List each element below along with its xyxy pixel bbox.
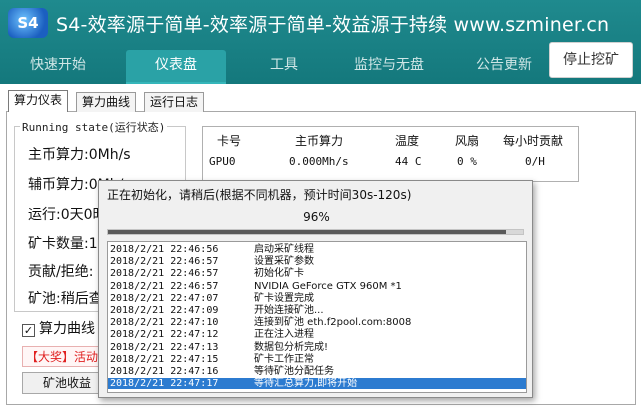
subtab-run-log[interactable]: 运行日志 bbox=[144, 92, 205, 112]
log-row[interactable]: 2018/2/21 22:46:57 NVIDIA GeForce GTX 960… bbox=[108, 281, 526, 292]
main-tabs: 快速开始 仪表盘 工具 监控与无盘 公告更新 bbox=[0, 46, 641, 84]
log-message: 矿卡工作正常 bbox=[254, 353, 314, 365]
checkbox-checked-icon[interactable]: ✓ bbox=[22, 324, 35, 337]
log-message: 等待矿池分配任务 bbox=[254, 366, 334, 377]
log-row[interactable]: 2018/2/21 22:47:07 矿卡设置完成 bbox=[108, 293, 526, 304]
col-header-fan: 风扇 bbox=[455, 134, 480, 148]
log-message: 连接到矿池 eth.f2pool.com:8008 bbox=[254, 317, 412, 329]
init-log-list[interactable]: 2018/2/21 22:46:56 启动采矿线程 2018/2/21 22:46:… bbox=[107, 241, 527, 393]
log-row[interactable]: 2018/2/21 22:47:10 连接到矿池 eth.f2pool.com:8… bbox=[108, 317, 526, 328]
col-header-contribution: 每小时贡献 bbox=[503, 134, 564, 148]
app-header: S4 S4-效率源于简单-效率源于简单-效益源于持续 www.szminer.c… bbox=[0, 0, 641, 84]
subtab-hashrate-gauge[interactable]: 算力仪表 bbox=[8, 90, 69, 112]
log-row[interactable]: 2018/2/21 22:47:09 开始连接矿池... bbox=[108, 305, 526, 316]
tab-tools[interactable]: 工具 bbox=[234, 50, 334, 84]
log-message: 正在注入进程 bbox=[254, 329, 314, 341]
col-header-temp: 温度 bbox=[395, 134, 420, 148]
log-message: 初始化矿卡 bbox=[254, 268, 304, 280]
tab-dashboard[interactable]: 仪表盘 bbox=[126, 50, 226, 84]
log-message: 启动采矿线程 bbox=[254, 244, 314, 255]
progress-bar bbox=[107, 229, 524, 235]
tab-announcements[interactable]: 公告更新 bbox=[454, 50, 554, 84]
promo-link[interactable]: 【大奖】活动 bbox=[22, 346, 103, 367]
app-logo: S4 bbox=[8, 8, 48, 38]
log-time: 2018/2/21 22:46:56 bbox=[110, 244, 219, 255]
col-header-card: 卡号 bbox=[217, 134, 242, 148]
log-time: 2018/2/21 22:47:10 bbox=[110, 317, 219, 329]
table-cell-hashrate: 0.000Mh/s bbox=[289, 155, 349, 168]
progress-fill bbox=[108, 230, 507, 234]
log-message: NVIDIA GeForce GTX 960M *1 bbox=[254, 280, 402, 292]
log-row[interactable]: 2018/2/21 22:47:17 等待汇总算力,即将开始 bbox=[108, 378, 526, 390]
log-time: 2018/2/21 22:47:07 bbox=[110, 292, 219, 304]
tab-monitor[interactable]: 监控与无盘 bbox=[334, 50, 444, 84]
running-state-title: Running state(运行状态) bbox=[20, 119, 168, 135]
runtime: 运行:0天0时 bbox=[28, 207, 107, 223]
log-row[interactable]: 2018/2/21 22:47:12 正在注入进程 bbox=[108, 329, 526, 340]
log-message: 开始连接矿池... bbox=[254, 305, 324, 316]
log-time: 2018/2/21 22:47:17 bbox=[110, 378, 219, 390]
init-progress-dialog: 正在初始化，请稍后(根据不同机器，预计时间30s-120s) 96% 2018/… bbox=[98, 180, 533, 398]
curve-checkbox-label: 算力曲线 bbox=[39, 321, 95, 337]
curve-checkbox-row[interactable]: ✓ 算力曲线 bbox=[22, 318, 95, 338]
table-cell-card: GPU0 bbox=[209, 155, 236, 168]
log-message: 矿卡设置完成 bbox=[254, 292, 314, 304]
log-time: 2018/2/21 22:47:12 bbox=[110, 329, 219, 341]
progress-percent: 96% bbox=[303, 210, 330, 224]
log-message: 数据包分析完成! bbox=[254, 341, 329, 353]
subtab-bar: 算力仪表 算力曲线 运行日志 bbox=[0, 90, 641, 112]
stop-mining-button[interactable]: 停止挖矿 bbox=[549, 42, 633, 78]
log-row[interactable]: 2018/2/21 22:47:16 等待矿池分配任务 bbox=[108, 366, 526, 377]
log-time: 2018/2/21 22:46:57 bbox=[110, 256, 219, 268]
col-header-hashrate: 主币算力 bbox=[295, 134, 344, 148]
dialog-message: 正在初始化，请稍后(根据不同机器，预计时间30s-120s) bbox=[107, 188, 412, 202]
pool-status: 矿池:稍后查 bbox=[28, 291, 103, 307]
log-row[interactable]: 2018/2/21 22:46:57 设置采矿参数 bbox=[108, 256, 526, 267]
table-cell-fan: 0 % bbox=[457, 155, 477, 168]
main-hashrate: 主币算力:0Mh/s bbox=[28, 147, 131, 163]
log-row[interactable]: 2018/2/21 22:46:57 初始化矿卡 bbox=[108, 268, 526, 279]
log-message: 设置采矿参数 bbox=[254, 256, 314, 268]
contribution-reject: 贡献/拒绝: bbox=[28, 264, 94, 280]
gpu-table: 卡号 主币算力 温度 风扇 每小时贡献 GPU0 0.000Mh/s 44 C … bbox=[202, 126, 579, 182]
card-count: 矿卡数量:1 bbox=[28, 236, 98, 252]
subtab-hashrate-curve[interactable]: 算力曲线 bbox=[76, 92, 137, 112]
log-row[interactable]: 2018/2/21 22:47:15 矿卡工作正常 bbox=[108, 354, 526, 365]
log-message: 等待汇总算力,即将开始 bbox=[254, 378, 358, 390]
log-time: 2018/2/21 22:47:09 bbox=[110, 305, 219, 316]
log-time: 2018/2/21 22:47:13 bbox=[110, 341, 219, 353]
log-time: 2018/2/21 22:47:15 bbox=[110, 353, 219, 365]
tab-quick-start[interactable]: 快速开始 bbox=[8, 50, 108, 84]
window-title: S4-效率源于简单-效率源于简单-效益源于持续 www.szminer.cn bbox=[56, 14, 610, 36]
log-row[interactable]: 2018/2/21 22:46:56 启动采矿线程 bbox=[108, 244, 526, 255]
log-row[interactable]: 2018/2/21 22:47:13 数据包分析完成! bbox=[108, 342, 526, 353]
log-time: 2018/2/21 22:46:57 bbox=[110, 280, 219, 292]
table-cell-contribution: 0/H bbox=[525, 155, 545, 168]
table-cell-temp: 44 C bbox=[395, 155, 422, 168]
log-time: 2018/2/21 22:46:57 bbox=[110, 268, 219, 280]
log-time: 2018/2/21 22:47:16 bbox=[110, 366, 219, 377]
